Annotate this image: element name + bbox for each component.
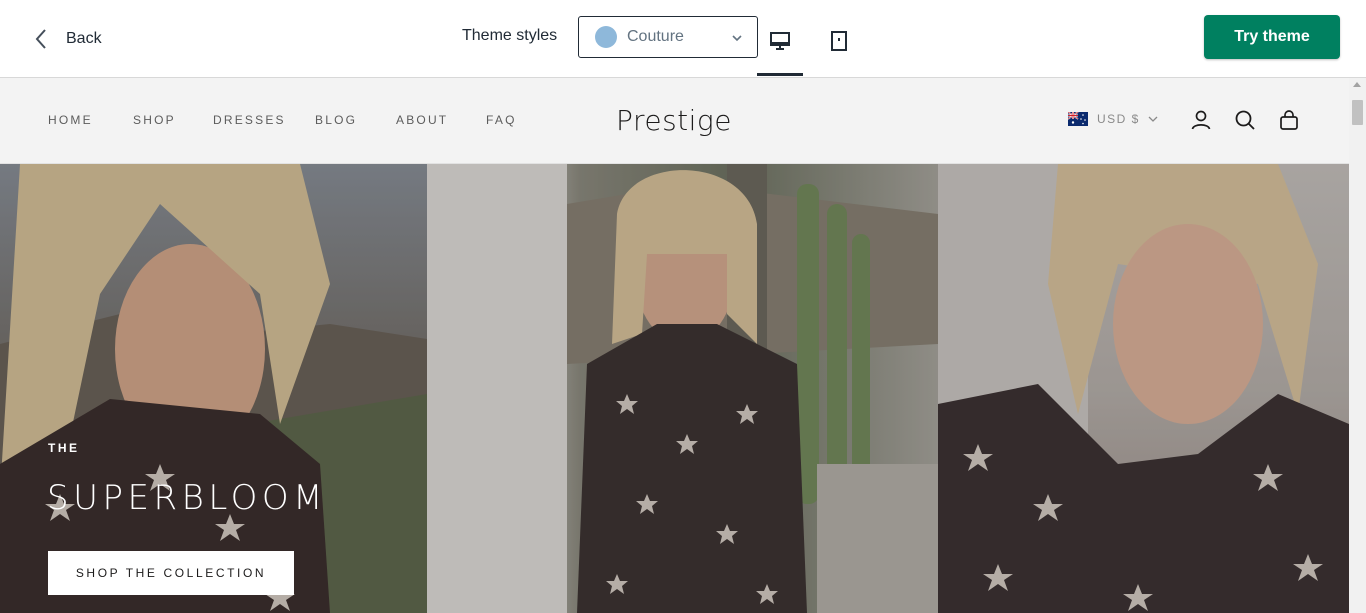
preview-scrollbar[interactable] [1349, 78, 1366, 613]
account-icon[interactable] [1189, 108, 1213, 132]
chevron-down-icon [731, 31, 743, 43]
hero-slideshow: THE SUPERBLOOM SHOP THE COLLECTION [0, 164, 1349, 613]
shop-collection-button[interactable]: SHOP THE COLLECTION [48, 551, 294, 595]
theme-style-value: Couture [627, 28, 684, 45]
hero-kicker: THE [48, 441, 80, 455]
store-header: HOME SHOP DRESSES BLOG ABOUT FAQ Prestig… [0, 78, 1349, 164]
desktop-icon [769, 30, 791, 73]
search-icon[interactable] [1233, 108, 1257, 132]
chevron-left-icon [28, 26, 54, 52]
try-theme-button[interactable]: Try theme [1204, 15, 1340, 59]
nav-shop[interactable]: SHOP [133, 113, 176, 127]
back-label: Back [66, 30, 102, 47]
currency-selector[interactable]: USD $ [1068, 112, 1158, 126]
desktop-view-button[interactable] [757, 18, 803, 76]
style-color-swatch [595, 26, 617, 48]
theme-styles-label: Theme styles [462, 27, 558, 44]
nav-dresses[interactable]: DRESSES [213, 113, 286, 127]
nav-blog[interactable]: BLOG [315, 113, 357, 127]
hero-overlay [0, 164, 1349, 613]
theme-preview-bar: Back Theme styles Couture Try theme [0, 0, 1366, 78]
tablet-icon [828, 30, 850, 76]
scrollbar-thumb[interactable] [1352, 100, 1363, 125]
nav-faq[interactable]: FAQ [486, 113, 517, 127]
theme-style-select[interactable]: Couture [578, 16, 758, 58]
australia-flag-icon [1068, 112, 1088, 126]
hero-title: SUPERBLOOM [47, 478, 327, 518]
store-preview: HOME SHOP DRESSES BLOG ABOUT FAQ Prestig… [0, 78, 1349, 613]
tablet-view-button[interactable] [816, 18, 862, 76]
scroll-up-arrow-icon[interactable] [1353, 82, 1361, 87]
store-logo[interactable]: Prestige [574, 104, 774, 137]
nav-about[interactable]: ABOUT [396, 113, 448, 127]
currency-code: USD $ [1097, 112, 1140, 126]
chevron-down-icon [1148, 115, 1158, 123]
nav-home[interactable]: HOME [48, 113, 93, 127]
back-button[interactable]: Back [28, 22, 102, 56]
cart-icon[interactable] [1277, 108, 1301, 132]
